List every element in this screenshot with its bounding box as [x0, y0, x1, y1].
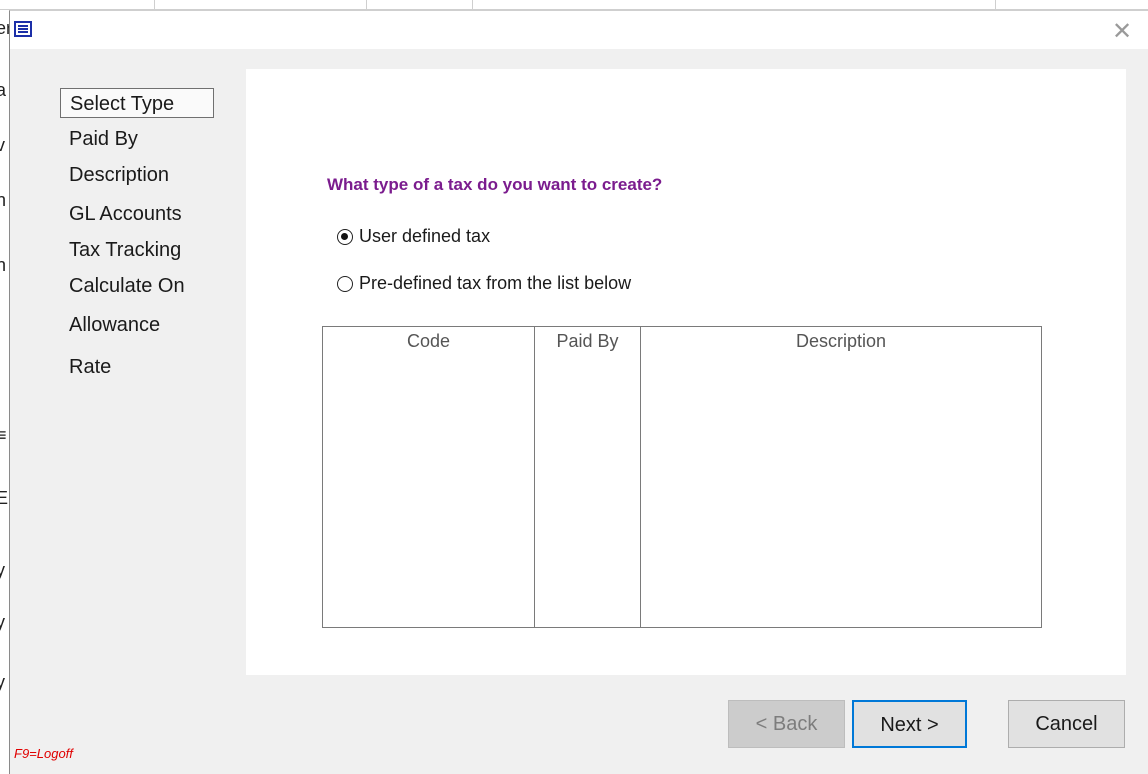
app-icon — [14, 21, 32, 37]
bg-text: a — [0, 80, 7, 100]
bg-text: n — [0, 190, 7, 210]
bg-divider — [366, 0, 367, 10]
predefined-tax-list[interactable]: Code Paid By Description — [322, 326, 1042, 628]
step-rate: Rate — [69, 356, 112, 378]
column-header-paid-by[interactable]: Paid By — [535, 327, 640, 355]
bg-text: v — [0, 135, 5, 155]
step-tax-tracking: Tax Tracking — [69, 239, 182, 261]
bg-text: ≡ — [0, 425, 7, 445]
content-panel: What type of a tax do you want to create… — [246, 69, 1126, 675]
cancel-button[interactable]: Cancel — [1008, 700, 1125, 748]
column-header-code[interactable]: Code — [323, 327, 534, 355]
step-calculate-on: Calculate On — [69, 275, 185, 297]
bg-divider — [995, 0, 996, 10]
step-description: Description — [69, 164, 170, 186]
option-label: Pre-defined tax from the list below — [359, 273, 632, 293]
radio-selected-icon[interactable] — [337, 228, 353, 245]
radio-unselected-icon[interactable] — [337, 275, 353, 292]
question-heading: What type of a tax do you want to create… — [327, 175, 663, 194]
tax-wizard-dialog: ✕ Select Type Paid By Description GL Acc… — [9, 10, 1148, 774]
bg-text: y — [0, 612, 5, 632]
option-user-defined[interactable]: User defined tax — [337, 226, 490, 247]
column-divider — [534, 327, 535, 627]
bg-text: E — [0, 488, 9, 508]
bg-divider — [154, 0, 155, 10]
bg-text: y — [0, 560, 5, 580]
bg-text: n — [0, 255, 7, 275]
step-paid-by: Paid By — [69, 128, 138, 150]
next-button[interactable]: Next > — [852, 700, 967, 748]
option-label: User defined tax — [359, 226, 491, 246]
back-button: < Back — [728, 700, 845, 748]
close-icon[interactable]: ✕ — [1108, 17, 1136, 45]
logoff-hint: F9=Logoff — [14, 746, 73, 761]
bg-text: y — [0, 672, 5, 692]
option-pre-defined[interactable]: Pre-defined tax from the list below — [337, 273, 631, 294]
step-allowance: Allowance — [69, 314, 161, 336]
step-select-type: Select Type — [60, 88, 214, 118]
column-divider — [640, 327, 641, 627]
title-bar: ✕ — [10, 11, 1148, 49]
step-gl-accounts: GL Accounts — [69, 203, 182, 225]
column-header-description[interactable]: Description — [641, 327, 1041, 355]
bg-divider — [472, 0, 473, 10]
